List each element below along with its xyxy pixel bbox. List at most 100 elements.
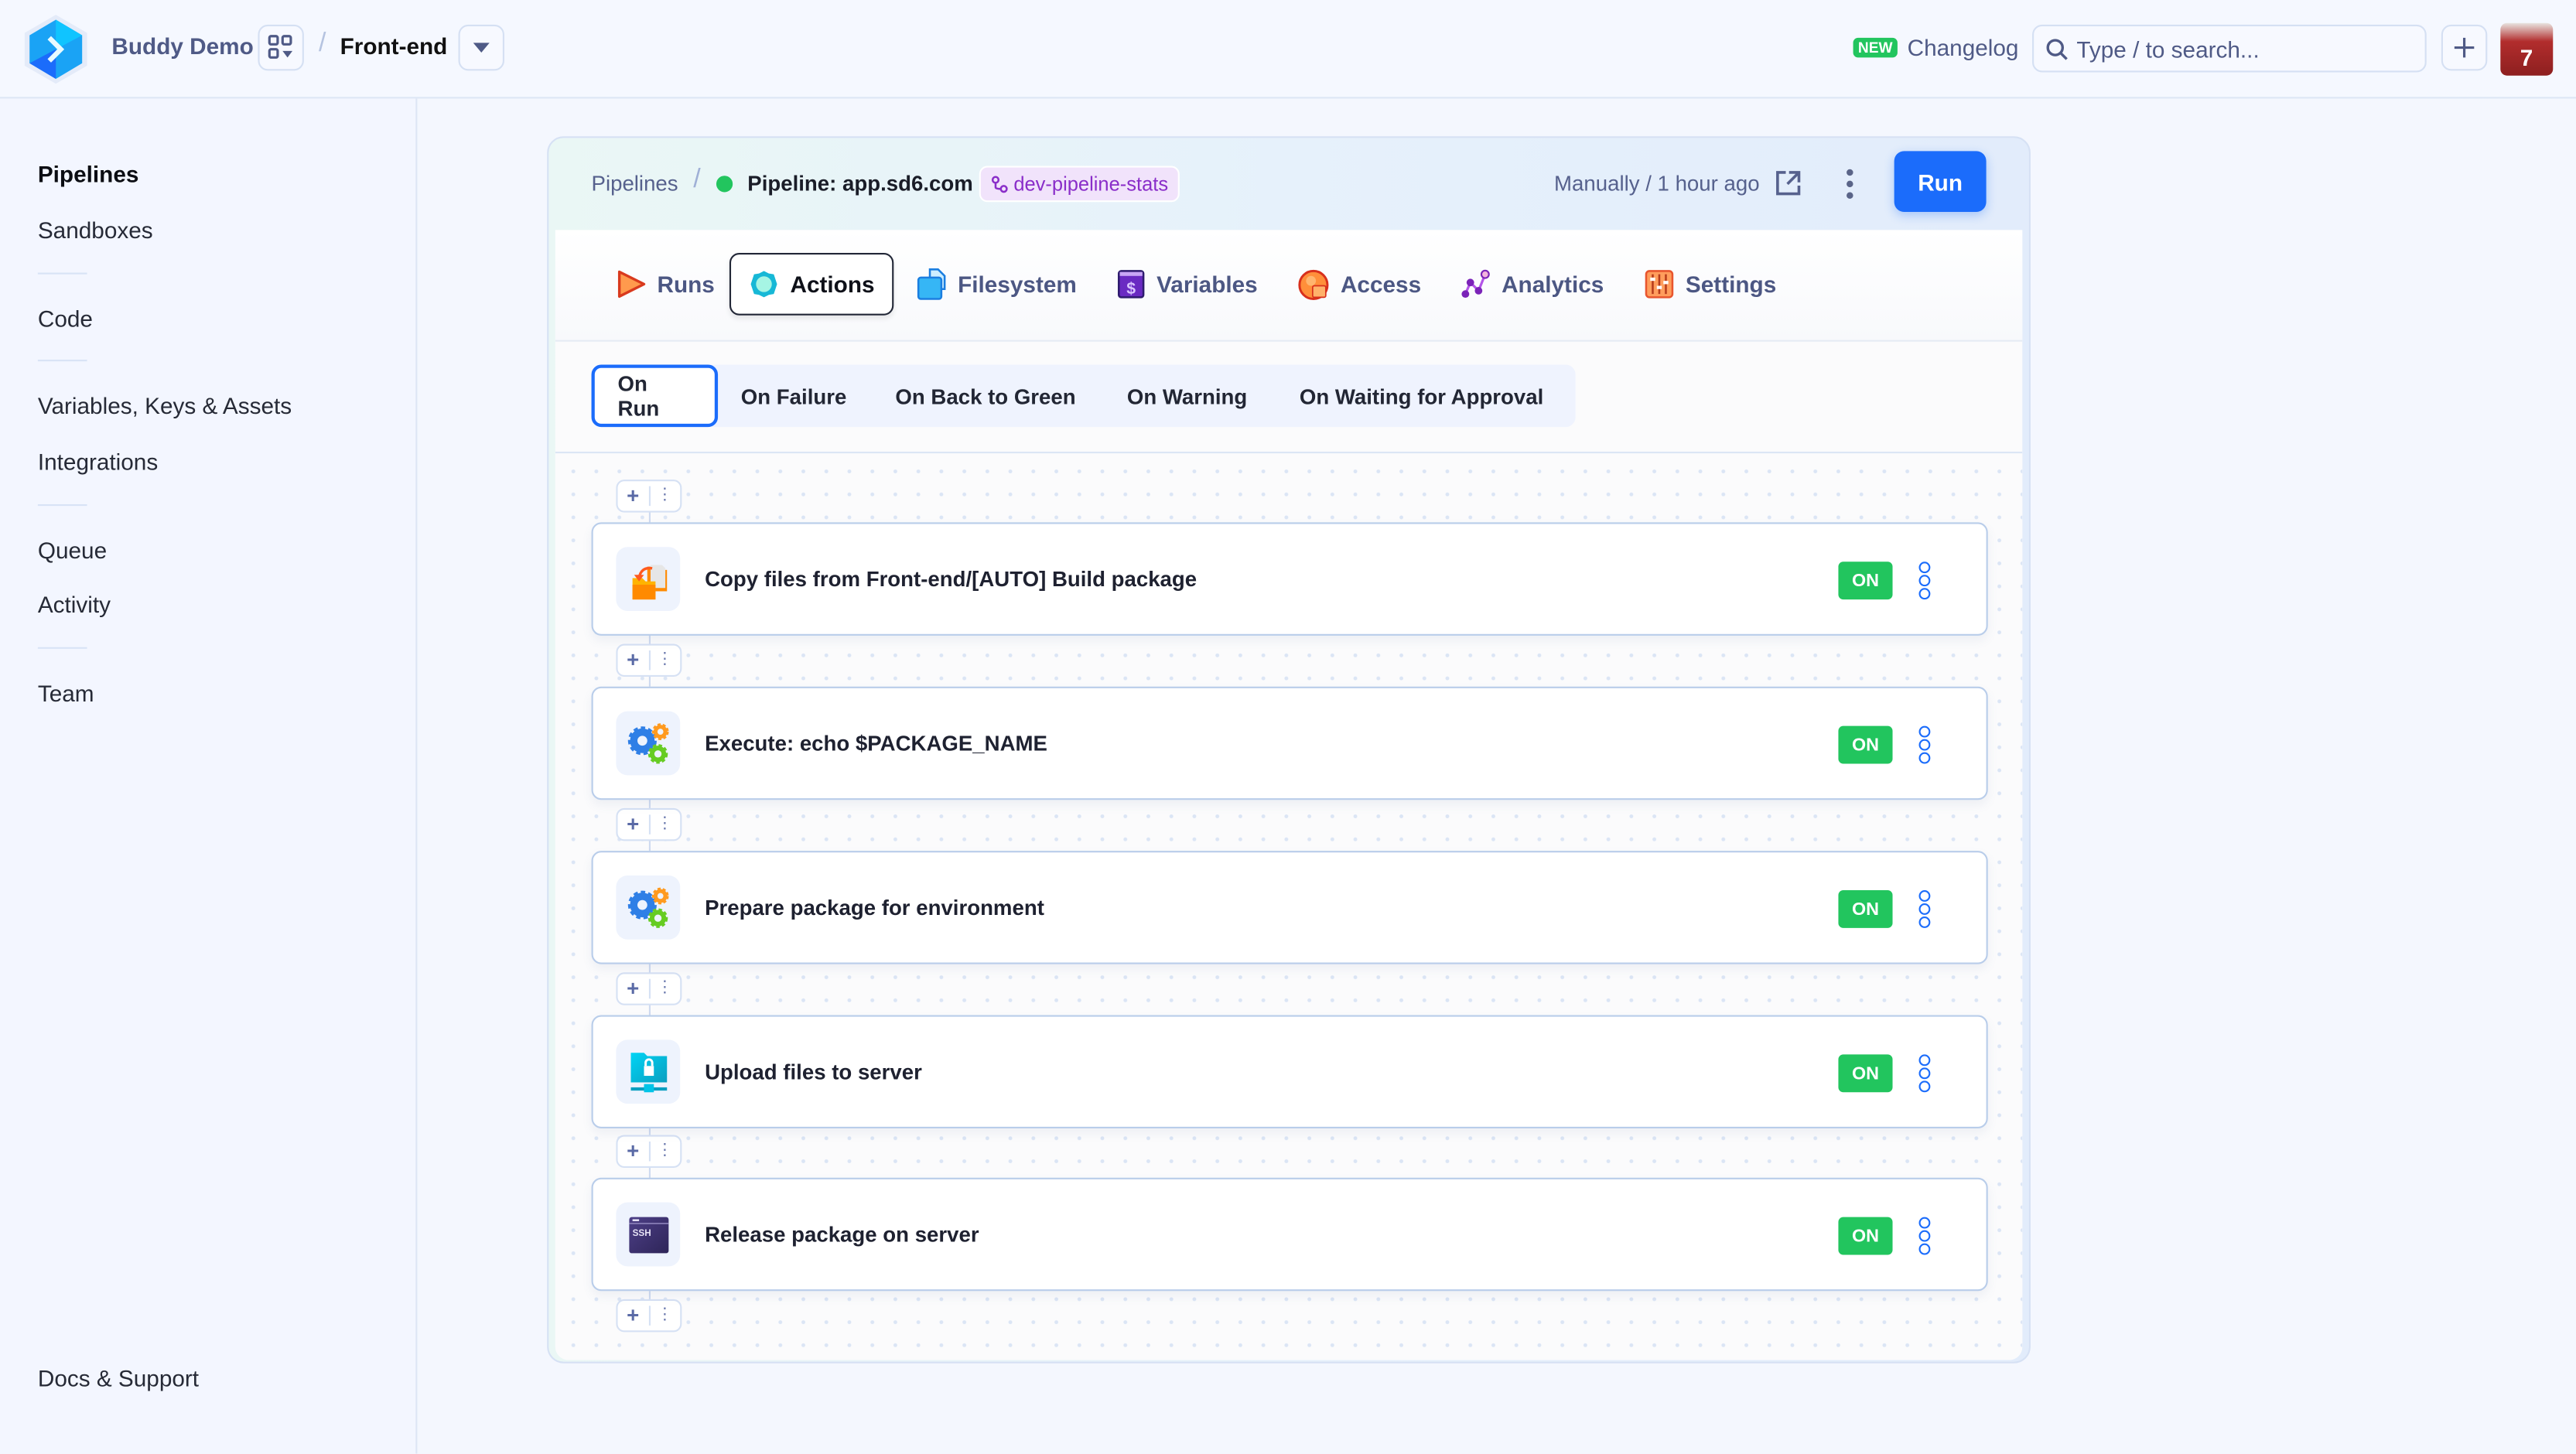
create-new-button[interactable] (2441, 24, 2488, 71)
add-action-button[interactable]: + (618, 974, 648, 1003)
subtab-on-warning[interactable]: On Warning (1104, 364, 1270, 427)
run-button[interactable]: Run (1894, 151, 1987, 212)
search-input[interactable] (2076, 35, 2406, 62)
tab-filesystem[interactable]: Filesystem (899, 253, 1095, 316)
sidebar-item-integrations[interactable]: Integrations (38, 449, 158, 475)
project-dropdown-button[interactable] (458, 24, 504, 71)
app-root: Buddy Demo / Front-end NEW Changelog Typ… (0, 0, 2576, 1454)
action-status-toggle[interactable]: ON (1838, 890, 1893, 928)
more-options-button[interactable]: ⋮ (650, 481, 680, 510)
sidebar-divider (37, 503, 87, 507)
sidebar-item-pipelines[interactable]: Pipelines (38, 161, 139, 187)
workspace-switcher-button[interactable] (258, 24, 304, 71)
sidebar-item-code[interactable]: Code (38, 305, 93, 332)
add-action-control: + ⋮ (616, 1299, 682, 1333)
action-status-toggle[interactable]: ON (1838, 1217, 1893, 1255)
tab-label: Actions (790, 271, 875, 298)
play-icon (617, 270, 646, 299)
add-action-button[interactable]: + (618, 481, 648, 510)
action-more-menu-icon[interactable] (1914, 725, 1933, 764)
action-name[interactable]: Execute: echo $PACKAGE_NAME (705, 731, 1047, 756)
add-action-button[interactable]: + (618, 810, 648, 839)
sidebar-item-queue[interactable]: Queue (38, 537, 107, 563)
action-row[interactable]: Copy files from Front-end/[AUTO] Build p… (591, 522, 1988, 636)
action-status-toggle[interactable]: ON (1838, 725, 1893, 764)
more-options-button[interactable]: ⋮ (650, 646, 680, 675)
add-action-button[interactable]: + (618, 1301, 648, 1330)
user-lock-icon (1298, 268, 1329, 299)
branch-badge[interactable]: dev-pipeline-stats (979, 166, 1180, 203)
action-name[interactable]: Prepare package for environment (705, 895, 1044, 920)
subtab-on-back-to-green[interactable]: On Back to Green (873, 364, 1099, 427)
gear-icon (750, 271, 777, 298)
action-more-menu-icon[interactable] (1914, 1054, 1933, 1093)
new-badge: NEW (1853, 37, 1898, 58)
sidebar: Pipelines Sandboxes Code Variables, Keys… (0, 98, 418, 1454)
docs-support-link[interactable]: Docs & Support (38, 1365, 199, 1391)
more-options-button[interactable]: ⋮ (650, 974, 680, 1003)
user-avatar[interactable]: 7 (2500, 22, 2554, 76)
tab-label: Access (1340, 271, 1422, 298)
action-row[interactable]: Execute: echo $PACKAGE_NAME ON (591, 686, 1988, 800)
project-name[interactable]: Front-end (340, 32, 448, 59)
subtab-label: On Warning (1126, 383, 1248, 408)
action-row[interactable]: Upload files to server ON (591, 1015, 1988, 1128)
changelog-link[interactable]: Changelog (1908, 35, 2019, 61)
action-status-toggle[interactable]: ON (1838, 561, 1893, 600)
add-action-button[interactable]: + (618, 1137, 648, 1166)
add-action-control: + ⋮ (616, 643, 682, 677)
sidebar-divider (37, 647, 87, 649)
pipeline-card: Pipelines / Pipeline: app.sd6.com dev-pi… (547, 136, 2031, 1364)
more-options-button[interactable]: ⋮ (650, 1301, 680, 1330)
subtab-on-waiting-for-approval[interactable]: On Waiting for Approval (1276, 364, 1566, 427)
tab-analytics[interactable]: Analytics (1443, 253, 1622, 316)
subtab-on-failure[interactable]: On Failure (718, 364, 869, 427)
actions-flow: + ⋮ + ⋮ + ⋮ + ⋮ + ⋮ + ⋮ Copy files from … (555, 452, 2023, 1360)
tab-settings[interactable]: Settings (1626, 253, 1794, 316)
action-more-menu-icon[interactable] (1914, 1217, 1933, 1255)
svg-text:$: $ (1126, 280, 1136, 298)
search-box[interactable] (2032, 24, 2427, 73)
action-icon-tile (616, 1039, 681, 1104)
org-name[interactable]: Buddy Demo (111, 32, 253, 59)
pipeline-tabs: Runs Actions Filesystem $ Variables Acce… (555, 230, 2023, 342)
sidebar-item-variables-keys-assets[interactable]: Variables, Keys & Assets (38, 393, 292, 419)
action-row[interactable]: SSH Release package on server ON (591, 1177, 1988, 1292)
more-options-button[interactable]: ⋮ (650, 810, 680, 839)
tab-access[interactable]: Access (1279, 253, 1439, 316)
breadcrumb-pipelines[interactable]: Pipelines (592, 171, 678, 196)
file-icon (917, 268, 946, 300)
tab-label: Runs (657, 271, 715, 298)
add-action-control: + ⋮ (616, 972, 682, 1005)
ssh-terminal-icon: SSH (628, 1216, 668, 1253)
grid-dropdown-icon (268, 35, 293, 59)
sidebar-item-activity[interactable]: Activity (38, 592, 111, 618)
buddy-logo-icon[interactable] (22, 13, 91, 85)
sidebar-item-team[interactable]: Team (38, 680, 94, 706)
sidebar-item-sandboxes[interactable]: Sandboxes (38, 217, 153, 243)
action-status-toggle[interactable]: ON (1838, 1054, 1893, 1093)
action-row[interactable]: Prepare package for environment ON (591, 851, 1988, 964)
action-more-menu-icon[interactable] (1914, 890, 1933, 928)
external-link-icon[interactable] (1775, 169, 1802, 197)
action-more-menu-icon[interactable] (1914, 561, 1933, 600)
tab-label: Filesystem (958, 271, 1077, 298)
more-options-button[interactable]: ⋮ (650, 1137, 680, 1166)
pipeline-more-menu-icon[interactable] (1843, 166, 1857, 202)
action-name[interactable]: Upload files to server (705, 1060, 922, 1084)
action-name[interactable]: Release package on server (705, 1222, 979, 1247)
subtab-label: On Back to Green (895, 383, 1076, 408)
action-name[interactable]: Copy files from Front-end/[AUTO] Build p… (705, 567, 1197, 592)
pipeline-status-dot (716, 176, 733, 193)
subtab-on-run[interactable]: On Run (591, 364, 719, 428)
gears-icon (627, 886, 668, 927)
tab-runs[interactable]: Runs (598, 253, 733, 316)
tab-variables[interactable]: $ Variables (1099, 253, 1276, 316)
branch-name: dev-pipeline-stats (1013, 172, 1169, 196)
last-run-info: Manually / 1 hour ago (1554, 170, 1760, 196)
pipeline-content: Runs Actions Filesystem $ Variables Acce… (555, 230, 2023, 1360)
tab-label: Variables (1156, 271, 1258, 298)
add-action-button[interactable]: + (618, 646, 648, 675)
tab-actions[interactable]: Actions (729, 253, 895, 316)
analytics-icon (1461, 269, 1490, 299)
